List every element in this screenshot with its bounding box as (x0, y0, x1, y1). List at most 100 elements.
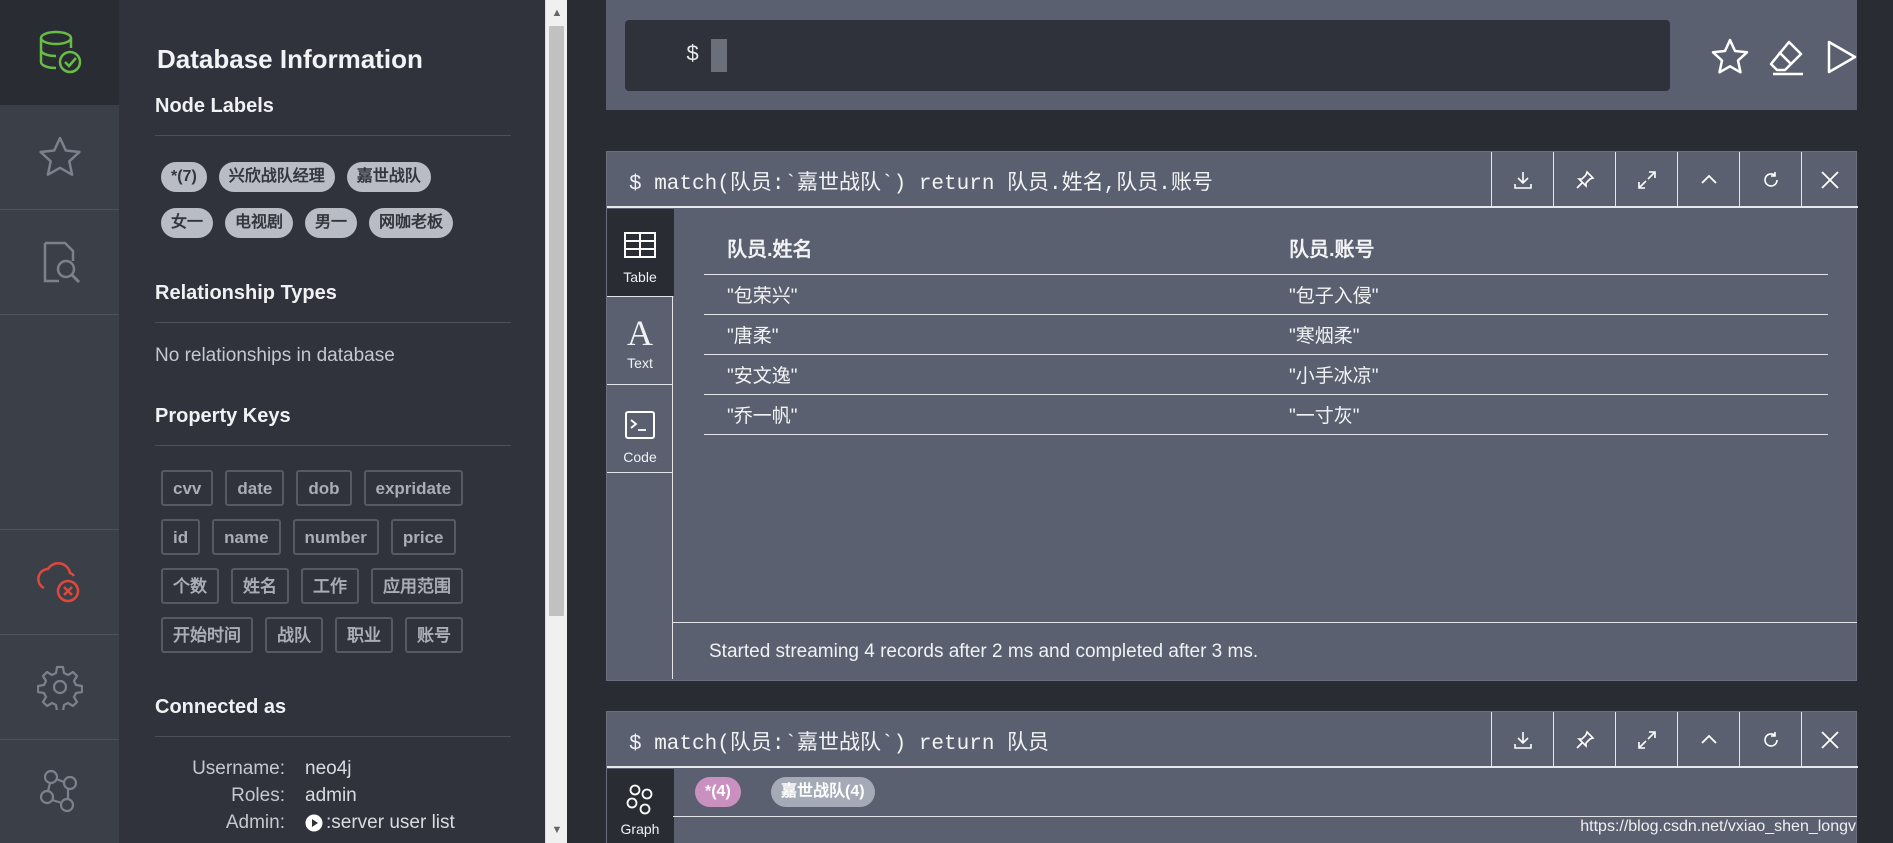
graph-icon (626, 784, 653, 815)
divider (155, 135, 511, 136)
tab-table-label: Table (623, 269, 657, 285)
property-key-tag[interactable]: 开始时间 (161, 617, 253, 653)
table-row: "安文逸" "小手冰凉" (704, 354, 1828, 395)
property-key-tag[interactable]: date (225, 470, 285, 506)
app-window: Database Information Node Labels *(7) 兴欣… (0, 0, 1893, 843)
table-cell: "包荣兴" (704, 274, 1266, 315)
property-key-tag[interactable]: name (212, 519, 281, 555)
legend-chip-all[interactable]: *(4) (695, 777, 741, 807)
property-key-tag[interactable]: 职业 (335, 617, 393, 653)
roles-label: Roles: (231, 785, 285, 806)
scrollbar-thumb[interactable] (549, 26, 564, 616)
node-label-chip[interactable]: *(7) (161, 162, 207, 192)
nav-database-info[interactable] (0, 0, 119, 105)
pin-icon (1575, 730, 1594, 749)
collapse-button[interactable] (1677, 152, 1739, 207)
property-key-tag[interactable]: 姓名 (231, 568, 289, 604)
server-user-list-link[interactable]: :server user list (305, 812, 455, 834)
nav-settings[interactable] (0, 635, 119, 740)
download-icon (1513, 171, 1532, 189)
chevron-up-icon (1700, 174, 1717, 184)
frame-header: $ match(队员:`嘉世战队`) return 队员 (607, 712, 1858, 768)
property-keys-heading: Property Keys (155, 405, 291, 427)
result-view-tabs: Graph (607, 769, 674, 843)
relationship-types-empty: No relationships in database (155, 345, 395, 366)
editor-cursor (711, 39, 727, 72)
server-user-list-text: :server user list (326, 812, 455, 833)
divider (155, 736, 511, 737)
column-header[interactable]: 队员.账号 (1266, 222, 1828, 275)
frame-query-text[interactable]: $ match(队员:`嘉世战队`) return 队员.姓名,队员.账号 (629, 166, 1213, 196)
favorite-button[interactable] (1709, 36, 1751, 78)
play-circle-icon (305, 814, 323, 832)
property-key-tag[interactable]: 应用范围 (371, 568, 463, 604)
table-cell: "小手冰凉" (1266, 354, 1828, 395)
node-labels-heading: Node Labels (155, 95, 274, 117)
expand-icon (1637, 730, 1656, 749)
scroll-down-arrow-icon[interactable]: ▼ (546, 819, 568, 841)
main-stream: $ $ match(队员:`嘉世战队`) return 队员.姓名,队员.账号 … (567, 0, 1893, 843)
property-key-tag[interactable]: expridate (363, 470, 464, 506)
tab-table[interactable]: Table (607, 209, 674, 297)
legend-chip-label[interactable]: 嘉世战队(4) (771, 777, 875, 807)
tab-code[interactable]: Code (607, 385, 673, 473)
node-label-chip[interactable]: 女一 (161, 208, 214, 238)
collapse-button[interactable] (1677, 712, 1739, 767)
nav-connection-status[interactable] (0, 530, 119, 635)
property-key-tag[interactable]: 工作 (301, 568, 359, 604)
property-keys-list: cvv date dob expridate id name number pr… (161, 470, 511, 666)
property-key-tag[interactable]: 个数 (161, 568, 219, 604)
roles-value: admin (305, 785, 357, 806)
download-button[interactable] (1491, 712, 1553, 767)
username-label: Username: (192, 758, 285, 779)
property-key-tag[interactable]: id (161, 519, 201, 555)
admin-label: Admin: (225, 812, 285, 833)
property-key-tag[interactable]: 战队 (265, 617, 323, 653)
fullscreen-button[interactable] (1615, 712, 1677, 767)
run-query-button[interactable] (1820, 36, 1862, 78)
pin-button[interactable] (1553, 712, 1615, 767)
node-label-chip[interactable]: 嘉世战队 (346, 162, 431, 192)
table-cell: "寒烟柔" (1266, 314, 1828, 355)
fullscreen-button[interactable] (1615, 152, 1677, 207)
download-icon (1513, 731, 1532, 749)
tab-text[interactable]: A Text (607, 297, 673, 385)
property-key-tag[interactable]: cvv (161, 470, 214, 506)
scroll-up-arrow-icon[interactable]: ▲ (546, 2, 568, 24)
nav-documents[interactable] (0, 210, 119, 315)
drawer-scrollbar[interactable]: ▲ ▼ (545, 0, 567, 843)
node-label-chip[interactable]: 男一 (305, 208, 358, 238)
nav-favorites[interactable] (0, 105, 119, 210)
node-label-chip[interactable]: 兴欣战队经理 (218, 162, 335, 192)
tab-graph[interactable]: Graph (607, 769, 674, 843)
clear-editor-button[interactable] (1766, 36, 1808, 78)
node-label-chip[interactable]: 电视剧 (225, 208, 294, 238)
pin-button[interactable] (1553, 152, 1615, 207)
rerun-button[interactable] (1739, 712, 1801, 767)
property-key-tag[interactable]: number (292, 519, 379, 555)
nav-about[interactable] (0, 740, 119, 843)
relationship-types-heading: Relationship Types (155, 282, 337, 304)
table-row: "乔一帆" "一寸灰" (704, 394, 1828, 435)
neo4j-logo-icon (39, 769, 77, 812)
close-frame-button[interactable] (1801, 712, 1858, 767)
cypher-editor[interactable]: $ (625, 20, 1670, 91)
property-key-tag[interactable]: dob (296, 470, 352, 506)
close-frame-button[interactable] (1801, 152, 1858, 207)
document-search-icon (43, 241, 80, 284)
table-cell: "安文逸" (704, 354, 1266, 395)
table-icon (624, 232, 656, 258)
result-table: 队员.姓名 队员.账号 "包荣兴" "包子入侵" "唐柔" "寒烟柔" "安文逸… (704, 222, 1828, 435)
node-label-chip[interactable]: 网咖老板 (369, 208, 454, 238)
column-header[interactable]: 队员.姓名 (704, 222, 1266, 275)
chevron-up-icon (1700, 734, 1717, 744)
property-key-tag[interactable]: price (390, 519, 456, 555)
download-button[interactable] (1491, 152, 1553, 207)
result-view-tabs: Table A Text Code (607, 209, 674, 679)
connected-as-heading: Connected as (155, 696, 287, 718)
editor-prompt: $ (686, 42, 700, 67)
rerun-button[interactable] (1739, 152, 1801, 207)
property-key-tag[interactable]: 账号 (405, 617, 463, 653)
close-icon (1821, 170, 1839, 189)
frame-query-text[interactable]: $ match(队员:`嘉世战队`) return 队员 (629, 726, 1049, 756)
